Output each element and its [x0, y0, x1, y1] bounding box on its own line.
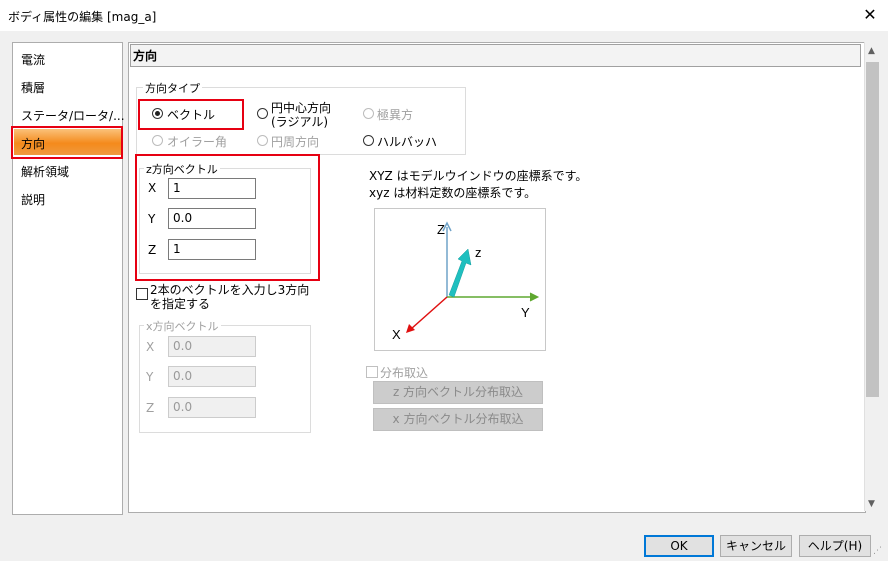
sidebar-item-analysis-region[interactable]: 解析領域 [21, 163, 69, 180]
panel-header-bar [130, 44, 861, 67]
radio-euler[interactable] [152, 135, 163, 146]
coordinate-axes-svg: Z z Y X [392, 221, 540, 342]
ok-button[interactable]: OK [644, 535, 714, 557]
info-line-2: xyz は材料定数の座標系です。 [369, 186, 537, 200]
cancel-button[interactable]: キャンセル [720, 535, 792, 557]
axis-label-Z: Z [437, 222, 445, 237]
axis-label-z: z [475, 245, 482, 260]
sidebar-item-current[interactable]: 電流 [21, 51, 45, 68]
x-vector-y-label: Y [146, 370, 154, 384]
circle-center-label-line1: 円中心方向 [271, 101, 332, 115]
scroll-down-icon[interactable]: ▼ [868, 499, 875, 509]
x-vector-x-input[interactable]: 0.0 [168, 336, 256, 357]
radio-circle-center[interactable] [257, 108, 268, 119]
sidebar: 電流 積層 ステータ/ロータ/... 方向 解析領域 説明 [12, 42, 125, 515]
radio-euler-label: オイラー角 [167, 135, 228, 149]
distribution-checkbox[interactable] [366, 366, 378, 378]
coordinate-diagram: Z z Y X [374, 208, 546, 351]
sidebar-item-stator-rotor[interactable]: ステータ/ロータ/... [21, 107, 125, 124]
close-icon[interactable]: ✕ [859, 4, 881, 26]
x-vector-z-label: Z [146, 401, 155, 415]
resize-grip-icon[interactable]: ⋰ [873, 546, 882, 556]
scrollbar-thumb[interactable] [866, 62, 879, 397]
circle-center-label-line2: (ラジアル) [271, 115, 329, 129]
x-distribution-button[interactable]: x 方向ベクトル分布取込 [373, 408, 543, 431]
x-vector-z-input[interactable]: 0.0 [168, 397, 256, 418]
help-button[interactable]: ヘルプ(H) [799, 535, 871, 557]
direction-type-label: 方向タイプ [143, 80, 202, 96]
radio-circumferential-label: 円周方向 [271, 135, 320, 149]
highlight-box-z-vector [135, 154, 320, 281]
axis-label-Y: Y [521, 305, 530, 320]
sidebar-item-lamination[interactable]: 積層 [21, 79, 45, 96]
two-vectors-label-line2: を指定する [150, 297, 211, 311]
info-line-1: XYZ はモデルウインドウの座標系です。 [369, 169, 588, 183]
panel-title: 方向 [133, 49, 158, 63]
highlight-box-sidebar [11, 126, 123, 159]
z-vector-arrow [448, 248, 472, 298]
x-vector-x-label: X [146, 340, 155, 354]
radio-halbach[interactable] [363, 135, 374, 146]
two-vectors-label[interactable]: 2本のベクトルを入力し3方向 を指定する [150, 283, 309, 311]
z-distribution-button[interactable]: z 方向ベクトル分布取込 [373, 381, 543, 404]
two-vectors-checkbox[interactable] [136, 288, 148, 300]
distribution-label: 分布取込 [380, 366, 429, 380]
radio-halbach-label[interactable]: ハルバッハ [377, 133, 437, 150]
x-vector-label: x方向ベクトル [144, 318, 221, 334]
scroll-up-icon[interactable]: ▲ [868, 46, 875, 56]
axis-label-X: X [392, 327, 401, 342]
y-axis-arrowhead [529, 292, 540, 302]
x-vector-y-input[interactable]: 0.0 [168, 366, 256, 387]
sidebar-item-description[interactable]: 説明 [21, 191, 45, 208]
radio-circumferential[interactable] [257, 135, 268, 146]
radio-polar[interactable] [363, 108, 374, 119]
radio-circle-center-label[interactable]: 円中心方向 (ラジアル) [271, 101, 331, 129]
two-vectors-label-line1: 2本のベクトルを入力し3方向 [150, 283, 310, 297]
x-axis-line [410, 296, 448, 330]
highlight-box-vector [138, 99, 244, 130]
window-title: ボディ属性の編集 [mag_a] [8, 10, 157, 24]
x-axis-arrowhead [406, 324, 415, 333]
radio-polar-label: 極異方 [377, 108, 414, 122]
